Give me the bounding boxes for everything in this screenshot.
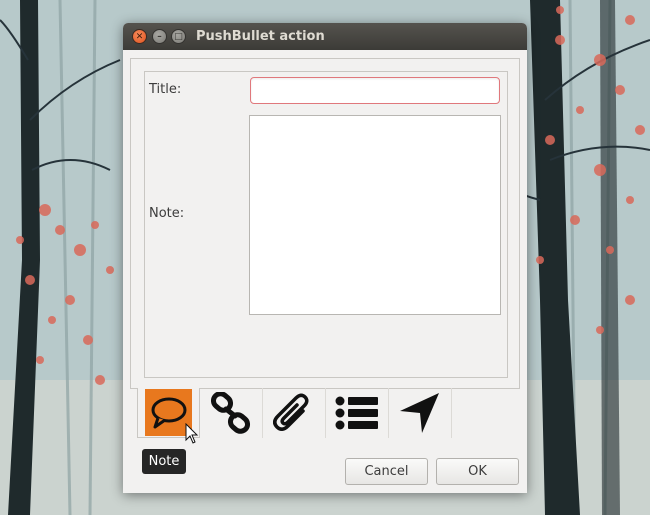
paperclip-icon: [273, 393, 309, 431]
tab-list[interactable]: [326, 388, 389, 438]
window-close-icon[interactable]: ✕: [132, 29, 147, 44]
note-textarea[interactable]: [249, 115, 501, 315]
speech-bubble-icon: [151, 397, 186, 428]
title-input[interactable]: [250, 77, 500, 104]
window-minimize-icon[interactable]: –: [152, 29, 167, 44]
link-icon: [210, 392, 251, 434]
window-titlebar[interactable]: ✕ – □ PushBullet action: [123, 23, 527, 50]
cancel-button[interactable]: Cancel: [345, 458, 428, 485]
window-title: PushBullet action: [196, 29, 325, 44]
ok-button[interactable]: OK: [436, 458, 519, 485]
pushbullet-action-dialog: ✕ – □ PushBullet action Title: Note: Can…: [123, 23, 527, 493]
note-label: Note:: [149, 206, 185, 221]
title-label: Title:: [149, 82, 182, 97]
mouse-pointer-icon: [185, 423, 199, 444]
list-icon: [335, 396, 378, 430]
tab-tooltip: Note: [142, 449, 186, 474]
window-maximize-icon[interactable]: □: [171, 29, 186, 44]
tab-address[interactable]: [389, 388, 452, 438]
tab-link[interactable]: [200, 388, 263, 438]
location-arrow-icon: [400, 393, 439, 433]
tab-file[interactable]: [263, 388, 326, 438]
